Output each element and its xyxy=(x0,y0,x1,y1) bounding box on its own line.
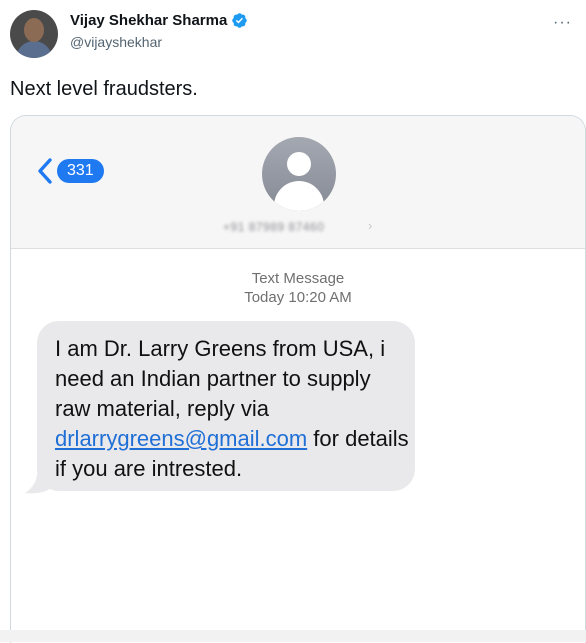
tweet-header: Vijay Shekhar Sharma @vijayshekhar ··· xyxy=(8,10,578,62)
avatar-body xyxy=(16,41,52,58)
tweet-text: Next level fraudsters. xyxy=(10,78,198,100)
message-meta: Text Message Today 10:20 AM xyxy=(11,269,585,307)
verified-badge-icon xyxy=(232,13,248,28)
person-placeholder-icon xyxy=(287,152,311,176)
message-text: I am Dr. Larry Greens from USA, i need a… xyxy=(55,334,411,484)
author-avatar[interactable] xyxy=(10,10,58,58)
message-text-before-link: I am Dr. Larry Greens from USA, i need a… xyxy=(55,336,386,421)
message-type-label: Text Message xyxy=(251,270,345,287)
contact-number[interactable]: +91 87989 87460 xyxy=(223,220,324,234)
avatar-face xyxy=(24,18,44,42)
footer-strip xyxy=(0,630,586,642)
more-options-icon[interactable]: ··· xyxy=(553,14,572,32)
sms-conversation-header: 331 +91 87989 87460 › xyxy=(11,116,585,249)
person-placeholder-body xyxy=(274,181,324,211)
chevron-left-icon xyxy=(38,158,52,184)
author-handle[interactable]: @vijayshekhar xyxy=(70,34,162,50)
email-link[interactable]: drlarrygreens@gmail.com xyxy=(55,426,307,451)
author-name-row: Vijay Shekhar Sharma xyxy=(70,12,248,29)
contact-avatar[interactable] xyxy=(262,137,336,211)
message-timestamp: Today 10:20 AM xyxy=(244,289,352,306)
unread-count-badge: 331 xyxy=(57,159,104,183)
back-button[interactable]: 331 xyxy=(37,157,104,185)
tweet-media-screenshot[interactable]: 331 +91 87989 87460 › Text Message Today… xyxy=(10,115,586,643)
message-bubble[interactable]: I am Dr. Larry Greens from USA, i need a… xyxy=(37,321,415,491)
chevron-right-icon: › xyxy=(368,218,373,233)
author-display-name[interactable]: Vijay Shekhar Sharma xyxy=(70,12,227,29)
